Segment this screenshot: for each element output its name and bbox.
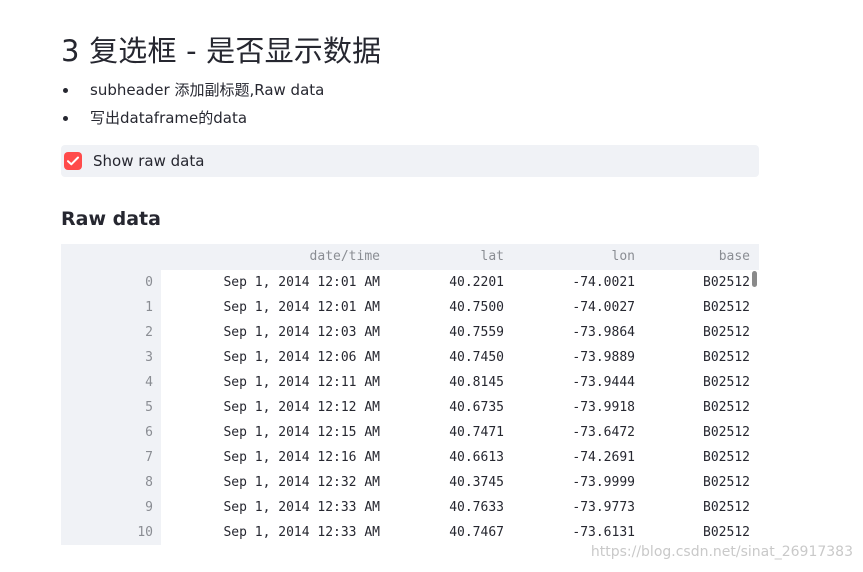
base-cell[interactable]: B02512 (635, 295, 750, 320)
row-index-cell[interactable]: 2 (61, 320, 153, 345)
vertical-scrollbar-thumb[interactable] (752, 271, 757, 287)
base-cell[interactable]: B02512 (635, 370, 750, 395)
row-index-cell[interactable]: 0 (61, 270, 153, 295)
lon-cell[interactable]: -73.6472 (504, 420, 635, 445)
row-index-cell[interactable]: 9 (61, 495, 153, 520)
lat-cell[interactable]: 40.6613 (380, 445, 504, 470)
lat-cell[interactable]: 40.3745 (380, 470, 504, 495)
column-header-datetime[interactable]: date/time (161, 244, 380, 269)
checkbox-checked-icon[interactable] (64, 152, 82, 170)
checkmark-icon (67, 156, 79, 166)
base-cell[interactable]: B02512 (635, 520, 750, 545)
bullet-text: 写出dataframe的data (90, 109, 248, 127)
base-cell[interactable]: B02512 (635, 470, 750, 495)
lon-cell[interactable]: -73.9773 (504, 495, 635, 520)
base-cell[interactable]: B02512 (635, 395, 750, 420)
lon-cell[interactable]: -73.9864 (504, 320, 635, 345)
column-header-base[interactable]: base (635, 244, 750, 269)
lat-cell[interactable]: 40.7450 (380, 345, 504, 370)
datetime-cell[interactable]: Sep 1, 2014 12:01 AM (161, 270, 380, 295)
datetime-cell[interactable]: Sep 1, 2014 12:32 AM (161, 470, 380, 495)
lon-cell[interactable]: -74.2691 (504, 445, 635, 470)
datetime-cell[interactable]: Sep 1, 2014 12:11 AM (161, 370, 380, 395)
row-index-cell[interactable]: 10 (61, 520, 153, 545)
row-index-cell[interactable]: 7 (61, 445, 153, 470)
row-index-cell[interactable]: 3 (61, 345, 153, 370)
app-page: 3 复选框 - 是否显示数据 subheader 添加副标题,Raw data … (0, 0, 863, 572)
lon-cell[interactable]: -74.0027 (504, 295, 635, 320)
base-cell[interactable]: B02512 (635, 445, 750, 470)
lon-cell[interactable]: -73.9444 (504, 370, 635, 395)
datetime-cell[interactable]: Sep 1, 2014 12:03 AM (161, 320, 380, 345)
row-index-cell[interactable]: 6 (61, 420, 153, 445)
bullet-dot-icon (63, 116, 68, 121)
lat-cell[interactable]: 40.7467 (380, 520, 504, 545)
bullet-item: subheader 添加副标题,Raw data (61, 79, 324, 107)
datetime-cell[interactable]: Sep 1, 2014 12:15 AM (161, 420, 380, 445)
bullet-text: subheader 添加副标题,Raw data (90, 81, 325, 99)
lat-cell[interactable]: 40.7559 (380, 320, 504, 345)
datetime-cell[interactable]: Sep 1, 2014 12:12 AM (161, 395, 380, 420)
datetime-cell[interactable]: Sep 1, 2014 12:16 AM (161, 445, 380, 470)
bullet-list: subheader 添加副标题,Raw data 写出dataframe的dat… (61, 79, 324, 135)
lat-cell[interactable]: 40.6735 (380, 395, 504, 420)
bullet-item: 写出dataframe的data (61, 107, 324, 135)
lat-cell[interactable]: 40.8145 (380, 370, 504, 395)
column-header-lat[interactable]: lat (380, 244, 504, 269)
base-cell[interactable]: B02512 (635, 270, 750, 295)
row-index-cell[interactable]: 4 (61, 370, 153, 395)
datetime-cell[interactable]: Sep 1, 2014 12:33 AM (161, 520, 380, 545)
raw-data-subheader: Raw data (61, 208, 161, 230)
row-index-cell[interactable]: 5 (61, 395, 153, 420)
base-cell[interactable]: B02512 (635, 320, 750, 345)
page-title: 3 复选框 - 是否显示数据 (61, 34, 382, 68)
watermark-text: https://blog.csdn.net/sinat_26917383 (590, 544, 853, 560)
base-cell[interactable]: B02512 (635, 345, 750, 370)
lat-cell[interactable]: 40.7500 (380, 295, 504, 320)
lon-cell[interactable]: -73.6131 (504, 520, 635, 545)
lat-cell[interactable]: 40.7633 (380, 495, 504, 520)
datetime-cell[interactable]: Sep 1, 2014 12:33 AM (161, 495, 380, 520)
lon-cell[interactable]: -73.9889 (504, 345, 635, 370)
bullet-dot-icon (63, 88, 68, 93)
base-cell[interactable]: B02512 (635, 420, 750, 445)
row-index-cell[interactable]: 8 (61, 470, 153, 495)
row-index-cell[interactable]: 1 (61, 295, 153, 320)
dataframe-table[interactable]: date/time lat lon base 0 Sep 1, 2014 12:0… (61, 244, 759, 545)
checkbox-label: Show raw data (93, 152, 205, 170)
lon-cell[interactable]: -73.9999 (504, 470, 635, 495)
lon-cell[interactable]: -73.9918 (504, 395, 635, 420)
datetime-cell[interactable]: Sep 1, 2014 12:01 AM (161, 295, 380, 320)
lon-cell[interactable]: -74.0021 (504, 270, 635, 295)
show-raw-data-checkbox[interactable]: Show raw data (61, 145, 759, 177)
lat-cell[interactable]: 40.2201 (380, 270, 504, 295)
lat-cell[interactable]: 40.7471 (380, 420, 504, 445)
table-header-row: date/time lat lon base (61, 244, 759, 270)
column-header-lon[interactable]: lon (504, 244, 635, 269)
datetime-cell[interactable]: Sep 1, 2014 12:06 AM (161, 345, 380, 370)
base-cell[interactable]: B02512 (635, 495, 750, 520)
